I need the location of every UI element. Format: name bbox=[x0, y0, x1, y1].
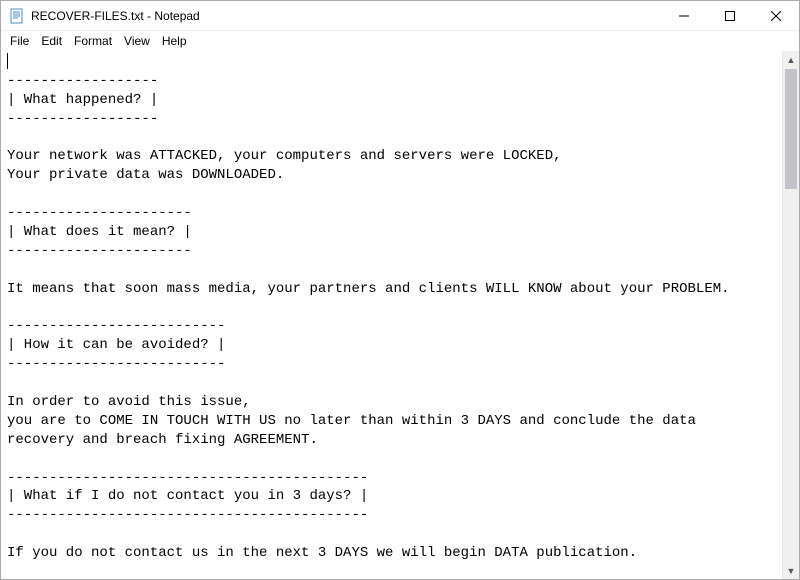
vertical-scrollbar[interactable]: ▲ ▼ bbox=[782, 51, 799, 579]
notepad-app-icon bbox=[9, 8, 25, 24]
menu-edit[interactable]: Edit bbox=[36, 33, 67, 49]
text-editor[interactable]: ------------------ | What happened? | --… bbox=[1, 51, 782, 579]
close-button[interactable] bbox=[753, 1, 799, 31]
scroll-down-arrow-icon[interactable]: ▼ bbox=[783, 562, 799, 579]
menu-file[interactable]: File bbox=[5, 33, 34, 49]
maximize-button[interactable] bbox=[707, 1, 753, 31]
window-title: RECOVER-FILES.txt - Notepad bbox=[31, 9, 200, 23]
minimize-button[interactable] bbox=[661, 1, 707, 31]
menu-help[interactable]: Help bbox=[157, 33, 192, 49]
text-caret bbox=[7, 53, 8, 69]
scrollbar-thumb[interactable] bbox=[785, 69, 797, 189]
menu-view[interactable]: View bbox=[119, 33, 155, 49]
editor-wrap: ------------------ | What happened? | --… bbox=[1, 51, 799, 579]
window-titlebar: RECOVER-FILES.txt - Notepad bbox=[1, 1, 799, 31]
menu-bar: File Edit Format View Help bbox=[1, 31, 799, 51]
menu-format[interactable]: Format bbox=[69, 33, 117, 49]
scroll-up-arrow-icon[interactable]: ▲ bbox=[783, 51, 799, 68]
